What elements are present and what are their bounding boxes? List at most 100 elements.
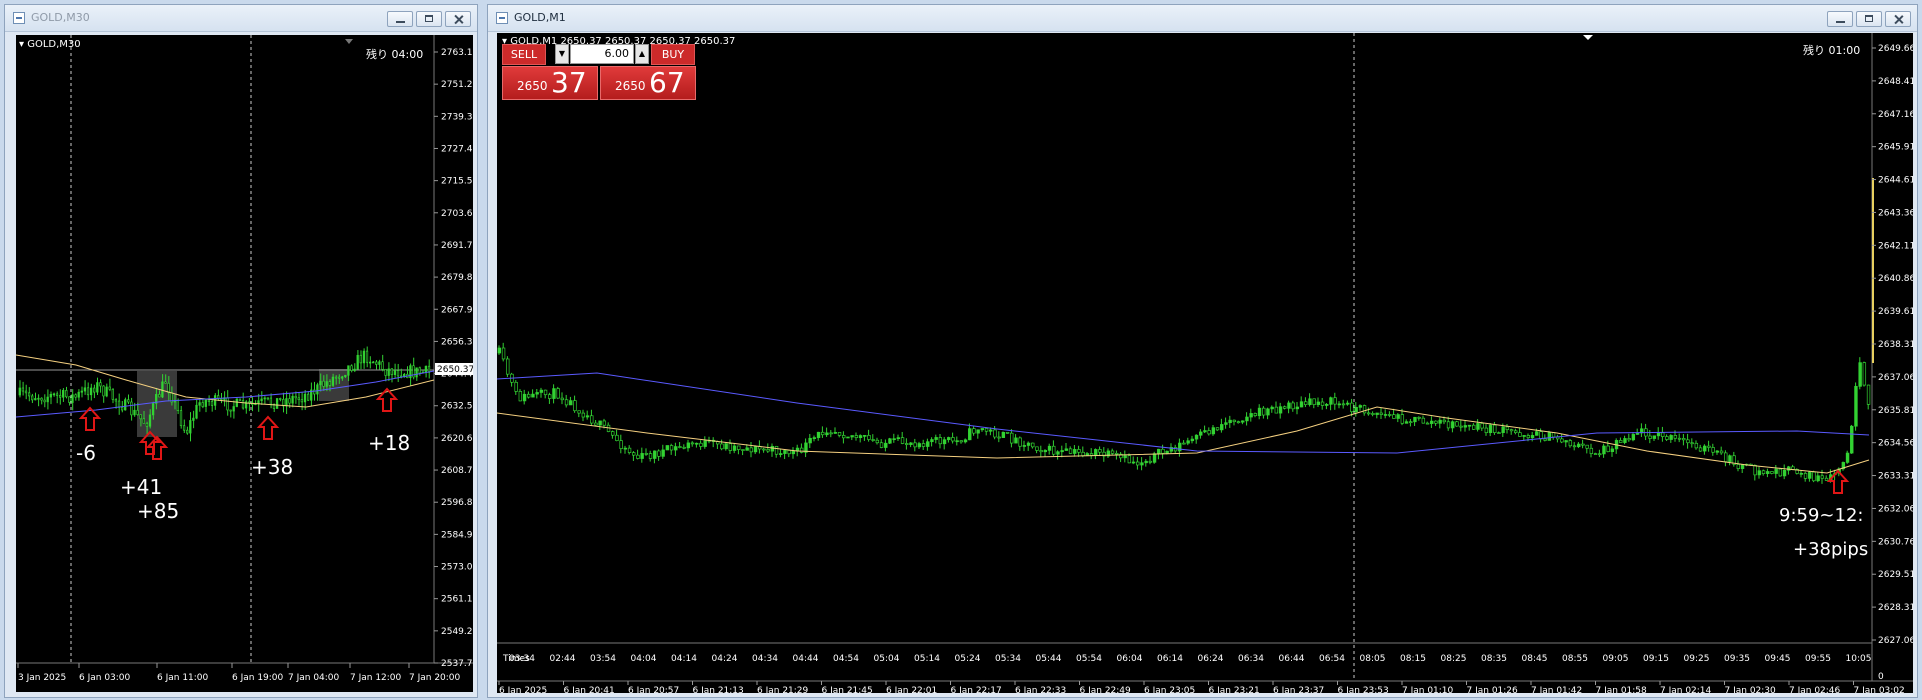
candle-body	[1539, 431, 1543, 440]
candle-body	[1043, 450, 1048, 453]
candle-body	[1816, 475, 1820, 482]
price-axis-label: 2573.07	[441, 563, 473, 573]
lot-increase-button[interactable]: ▲	[635, 44, 649, 64]
indicator-tick-label: 09:45	[1765, 654, 1791, 664]
trade-result-5: +18	[368, 431, 411, 455]
candle-body	[921, 443, 926, 447]
time-axis-label: 7 Jan 12:00	[350, 673, 402, 683]
candle-body	[1724, 452, 1728, 463]
current-price-text: 2650.37	[437, 365, 473, 375]
candle-body	[359, 354, 362, 364]
candle-body	[248, 401, 251, 404]
chart-window-icon	[13, 12, 25, 24]
candle-body	[1207, 430, 1211, 435]
candle-body	[1547, 432, 1552, 441]
candle-body	[58, 394, 62, 398]
candle-body	[858, 435, 863, 438]
chart-area[interactable]: 2763.12 2751.22 2739.32 2727.42 2715.52 2703.…	[16, 35, 473, 692]
candle-body	[1161, 448, 1165, 454]
maximize-button[interactable]	[416, 11, 442, 27]
indicator-tick-label: 04:04	[631, 654, 657, 664]
candle-body	[325, 381, 328, 387]
close-button[interactable]	[1885, 11, 1911, 27]
candle-body	[539, 389, 544, 393]
price-axis-label: 2634.56	[1878, 439, 1913, 449]
candle-body	[699, 442, 703, 447]
candle-body	[1451, 421, 1455, 429]
candle-body	[1367, 412, 1371, 415]
candle-body	[1694, 442, 1699, 449]
candle-body	[1602, 445, 1606, 455]
candle-body	[564, 399, 569, 406]
candle-body	[341, 376, 344, 379]
buy-button[interactable]: BUY	[651, 44, 695, 65]
candle-body	[275, 398, 279, 409]
candle-body	[548, 394, 552, 399]
window-gold-m30[interactable]: GOLD,M30 2763.12 2751.22 2739.32 2727.42 271…	[4, 4, 478, 698]
title-bar[interactable]: GOLD,M30	[5, 5, 477, 32]
candle-body	[556, 388, 560, 399]
candle-body	[854, 435, 859, 438]
candle-body	[514, 381, 518, 392]
candle-body	[1652, 435, 1657, 439]
lot-decrease-button[interactable]: ▼	[555, 44, 569, 64]
lot-size-input[interactable]: 6.00	[570, 44, 634, 64]
candle-body	[1110, 450, 1115, 454]
chart-window-icon	[496, 12, 508, 24]
candle-body	[1551, 432, 1556, 438]
candle-body	[285, 398, 288, 407]
candle-body	[229, 409, 232, 412]
price-axis-label: 2645.91	[1878, 143, 1913, 153]
candle-body	[1467, 424, 1472, 427]
candle-body	[260, 398, 263, 402]
candle-body	[1350, 402, 1354, 413]
chart-area[interactable]: 2649.66 2648.41 2647.16 2645.91 2644.61 2643.…	[497, 33, 1913, 693]
candle-body	[1270, 406, 1274, 410]
indicator-tick-label: 06:34	[1238, 654, 1264, 664]
candle-body	[55, 393, 59, 396]
candle-body	[942, 439, 947, 445]
candle-body	[1740, 464, 1745, 469]
time-axis-label: 6 Jan 22:01	[886, 686, 937, 693]
candle-body	[1375, 412, 1379, 415]
buy-price-box[interactable]: 2650 67	[600, 66, 696, 100]
candle-body	[1526, 435, 1531, 439]
trade-result-4: +38	[251, 455, 294, 479]
candle-body	[497, 347, 502, 354]
candle-body	[1409, 421, 1413, 424]
candle-body	[1400, 414, 1405, 424]
time-axis-label: 6 Jan 11:00	[157, 673, 209, 683]
candle-body	[1241, 420, 1245, 423]
price-axis-label: 2667.92	[441, 305, 473, 315]
moving-average-fast	[497, 406, 1870, 474]
candle-body	[829, 432, 833, 435]
indicator-axis-label: 0	[1878, 672, 1884, 682]
candle-body	[1854, 385, 1858, 427]
candle-body	[1476, 423, 1480, 430]
indicator-tick-label: 06:24	[1198, 654, 1224, 664]
close-button[interactable]	[445, 11, 471, 27]
candle-body	[1509, 429, 1514, 432]
candle-body	[947, 437, 951, 441]
candle-body	[1178, 442, 1182, 452]
candle-body	[396, 370, 400, 377]
candle-body	[1560, 438, 1564, 443]
sell-price-box[interactable]: 2650 37	[502, 66, 598, 100]
candle-body	[1459, 425, 1463, 428]
candle-body	[86, 387, 90, 396]
chart-shift-marker	[345, 39, 353, 44]
title-bar[interactable]: GOLD,M1	[488, 5, 1917, 32]
minimize-button[interactable]	[1827, 11, 1853, 27]
price-axis-label: 2584.97	[441, 530, 473, 540]
sell-button[interactable]: SELL	[502, 44, 546, 65]
minimize-button[interactable]	[387, 11, 413, 27]
time-axis-label: 6 Jan 2025	[499, 686, 547, 693]
candle-body	[1434, 420, 1438, 424]
time-axis-label: 6 Jan 19:00	[232, 673, 284, 683]
candle-body	[1568, 440, 1573, 447]
candle-body	[543, 389, 548, 396]
candle-body	[779, 453, 783, 455]
time-axis-label: 7 Jan 02:14	[1660, 686, 1712, 693]
maximize-button[interactable]	[1856, 11, 1882, 27]
window-gold-m1[interactable]: GOLD,M1 2649.66 2648.41 2647.16 2645.91 2644…	[487, 4, 1918, 698]
